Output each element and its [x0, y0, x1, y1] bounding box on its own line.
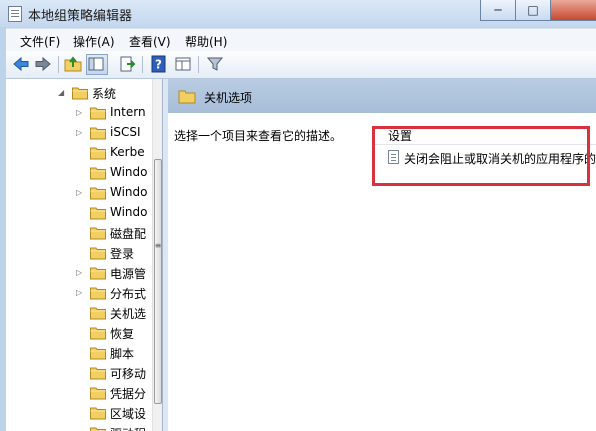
tree-item[interactable]: ▷ 分布式 — [6, 283, 152, 303]
tree-item-label: 脚本 — [110, 347, 135, 361]
menu-file[interactable]: 文件(F) — [20, 33, 60, 50]
expand-arrow-icon[interactable]: ▷ — [76, 188, 82, 197]
forward-arrow-icon[interactable] — [34, 55, 52, 73]
close-button[interactable] — [550, 0, 596, 21]
app-icon — [8, 6, 22, 22]
tree-item[interactable]: 可移动 — [6, 363, 152, 383]
svg-text:?: ? — [155, 58, 162, 72]
tree-item[interactable]: 凭据分 — [6, 383, 152, 403]
folder-icon — [90, 226, 106, 240]
tree-item-label: 恢复 — [110, 327, 135, 341]
tree-item[interactable]: ▷ Windo — [6, 183, 152, 203]
folder-icon — [90, 246, 106, 260]
window-title: 本地组策略编辑器 — [28, 9, 133, 24]
toolbar-separator — [142, 56, 143, 73]
tree-item[interactable]: ◢ 系统 — [6, 83, 152, 103]
export-list-icon[interactable] — [118, 55, 136, 73]
folder-icon — [90, 206, 106, 220]
tree-item[interactable]: 恢复 — [6, 323, 152, 343]
folder-icon — [90, 126, 106, 140]
show-hide-tree-icon[interactable] — [86, 54, 108, 75]
tree-item-label: iSCSI — [110, 125, 141, 139]
highlight-box — [372, 126, 590, 186]
collapse-arrow-icon[interactable]: ◢ — [58, 88, 64, 97]
folder-icon — [90, 166, 106, 180]
menu-help[interactable]: 帮助(H) — [185, 33, 227, 50]
folder-icon — [90, 326, 106, 340]
console-tree: ◢ 系统 ▷ Intern ▷ iSCSI Kerbe Windo ▷ Windo Windo 磁盘配… — [6, 79, 163, 431]
tree-item[interactable]: ▷ Intern — [6, 103, 152, 123]
toolbar: ? — [6, 51, 596, 79]
folder-icon — [72, 86, 88, 100]
maximize-button[interactable]: □ — [515, 0, 551, 21]
help-icon[interactable]: ? — [150, 55, 168, 73]
tree-item[interactable]: 登录 — [6, 243, 152, 263]
tree-item[interactable]: Windo — [6, 203, 152, 223]
tree-item-label: 电源管 — [110, 267, 147, 281]
tree-item[interactable]: Kerbe — [6, 143, 152, 163]
tree-item-label: 登录 — [110, 247, 135, 261]
menu-bar: 文件(F) 操作(A) 查看(V) 帮助(H) — [6, 28, 596, 51]
folder-icon — [90, 366, 106, 380]
expand-arrow-icon[interactable]: ▷ — [76, 108, 82, 117]
minimize-button[interactable]: ─ — [480, 0, 516, 21]
maximize-icon: □ — [527, 3, 539, 17]
scrollbar-thumb[interactable] — [154, 159, 162, 404]
expand-arrow-icon[interactable]: ▷ — [76, 288, 82, 297]
menu-view[interactable]: 查看(V) — [129, 33, 171, 50]
toolbar-separator — [198, 56, 199, 73]
folder-icon — [90, 266, 106, 280]
folder-icon — [90, 146, 106, 160]
scrollbar-grip-icon: ≡ — [154, 241, 162, 250]
tree-item-label: 磁盘配 — [110, 227, 147, 241]
folder-icon — [90, 186, 106, 200]
title-bar: 本地组策略编辑器 ─ □ — [0, 0, 596, 27]
folder-icon — [90, 346, 106, 360]
tree-item-label: Intern — [110, 105, 146, 119]
tree-item[interactable]: 区域设 — [6, 403, 152, 423]
toolbar-separator — [58, 56, 59, 73]
tree-item-label: 系统 — [92, 87, 117, 101]
folder-icon — [90, 306, 106, 320]
tree-item-label: 可移动 — [110, 367, 147, 381]
expand-arrow-icon[interactable]: ▷ — [76, 268, 82, 277]
tree-item[interactable]: 关机选 — [6, 303, 152, 323]
details-title: 关机选项 — [204, 91, 253, 105]
filter-icon[interactable] — [206, 55, 224, 73]
tree-item-label: 凭据分 — [110, 387, 147, 401]
tree-item-label: Windo — [110, 185, 148, 199]
tree-item[interactable]: ▷ 电源管 — [6, 263, 152, 283]
tree-item[interactable]: 驱动程 — [6, 423, 152, 431]
folder-icon — [90, 406, 106, 420]
tree-item-label: Windo — [110, 205, 148, 219]
extended-view-icon[interactable] — [174, 55, 192, 73]
tree-item-label: 区域设 — [110, 407, 147, 421]
folder-icon — [90, 106, 106, 120]
tree-item-label: 关机选 — [110, 305, 147, 322]
menu-action[interactable]: 操作(A) — [73, 33, 115, 50]
folder-icon — [90, 286, 106, 300]
tree-item[interactable]: 脚本 — [6, 343, 152, 363]
tree-item-label: 分布式 — [110, 287, 147, 301]
tree-item-label: Windo — [110, 165, 148, 179]
back-arrow-icon[interactable] — [12, 55, 30, 73]
tree-item-label: 驱动程 — [110, 425, 146, 431]
folder-icon — [90, 386, 106, 400]
expand-arrow-icon[interactable]: ▷ — [76, 128, 82, 137]
folder-icon — [90, 426, 106, 431]
tree-item[interactable]: ▷ iSCSI — [6, 123, 152, 143]
tree-item-label: Kerbe — [110, 145, 145, 159]
description-text: 选择一个项目来查看它的描述。 — [174, 129, 343, 143]
details-header: 关机选项 — [168, 79, 596, 113]
tree-scrollbar[interactable]: ≡ — [152, 79, 162, 431]
tree-item[interactable]: Windo — [6, 163, 152, 183]
window-controls: ─ □ — [480, 0, 596, 21]
tree-item[interactable]: 磁盘配 — [6, 223, 152, 243]
up-folder-icon[interactable] — [64, 55, 82, 73]
folder-icon — [178, 88, 196, 107]
minimize-icon: ─ — [494, 3, 502, 17]
